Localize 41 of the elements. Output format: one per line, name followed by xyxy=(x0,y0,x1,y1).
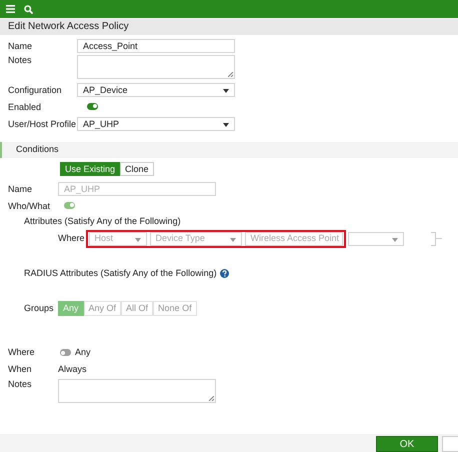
section-label: Attributes (Satisfy Any of the Following) xyxy=(23,216,182,227)
field-label: Notes xyxy=(7,55,33,66)
toggle-label: Any xyxy=(75,347,91,358)
select-field[interactable]: Device Type xyxy=(150,232,242,246)
field-label: Enabled xyxy=(7,102,42,112)
field-label: Name xyxy=(7,184,34,194)
field-label: User/Host Profile xyxy=(7,118,77,130)
select-field[interactable]: Host xyxy=(88,232,147,246)
resize-grip-icon[interactable] xyxy=(228,72,233,77)
notes-field[interactable] xyxy=(58,378,216,403)
notes-field[interactable] xyxy=(77,55,235,79)
field-value: Always xyxy=(58,364,87,375)
field-label: Name xyxy=(7,40,34,52)
page-title: Edit Network Access Policy xyxy=(0,19,458,35)
field-label: Where xyxy=(7,347,36,358)
select-field[interactable]: AP_UHP xyxy=(77,117,235,131)
select-field[interactable] xyxy=(348,232,404,246)
group-option-tab[interactable]: None Of xyxy=(153,301,197,316)
field-label: When xyxy=(7,364,33,375)
field-label: Who/What xyxy=(7,200,52,212)
field-label: Notes xyxy=(7,378,33,390)
group-option-tab[interactable]: Any xyxy=(58,301,84,316)
section-header: Conditions xyxy=(0,142,458,158)
toggle-switch[interactable] xyxy=(60,349,71,356)
ok-button[interactable]: OK xyxy=(376,436,438,452)
toggle-switch[interactable] xyxy=(87,102,98,110)
search-icon[interactable] xyxy=(24,4,33,14)
text-field[interactable]: Wireless Access Point xyxy=(244,232,343,246)
resize-grip-icon[interactable] xyxy=(209,396,214,401)
mode-tab[interactable]: Clone xyxy=(120,162,154,176)
field-label: Configuration xyxy=(7,84,63,96)
menu-icon[interactable] xyxy=(6,5,15,13)
group-option-tab[interactable]: Any Of xyxy=(84,301,122,316)
text-field[interactable]: Access_Point xyxy=(77,39,235,53)
mode-tab[interactable]: Use Existing xyxy=(60,162,120,176)
select-field[interactable]: AP_Device xyxy=(77,83,235,97)
group-option-tab[interactable]: All Of xyxy=(121,301,154,316)
help-icon[interactable] xyxy=(220,268,229,278)
section-label: RADIUS Attributes (Satisfy Any of the Following) xyxy=(24,268,217,279)
field-label: Groups xyxy=(23,303,55,314)
field-label: Where xyxy=(57,233,85,244)
